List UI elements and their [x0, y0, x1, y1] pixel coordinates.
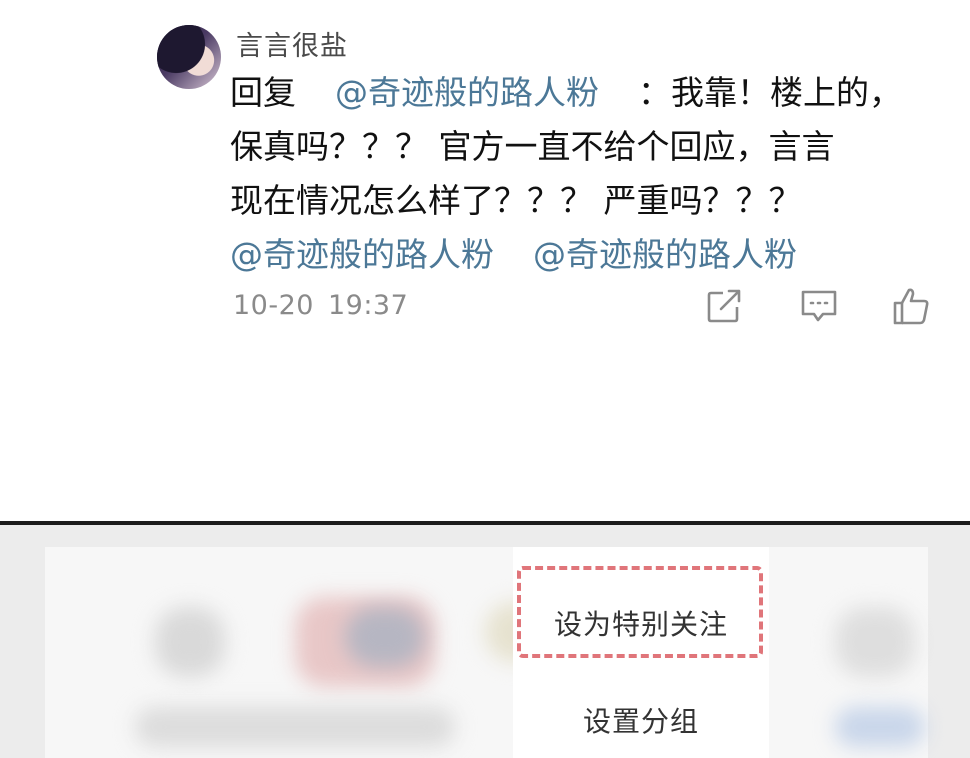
comment-line-1-text: ：我靠！楼上的， [638, 73, 902, 112]
highlight-box [517, 566, 763, 658]
comment-line-1: 回复 @奇迹般的路人粉 ：我靠！楼上的， [230, 66, 902, 120]
comment-icon[interactable] [798, 285, 840, 327]
reply-prefix: 回复 [230, 73, 296, 112]
blurred-sheet [45, 547, 928, 758]
share-icon[interactable] [703, 285, 745, 327]
comment-line-2: 保真吗？？？ 官方一直不给个回应，言言 [230, 127, 835, 166]
like-icon[interactable] [890, 285, 932, 327]
user-avatar[interactable] [157, 25, 221, 89]
comment-time: 19:37 [327, 290, 409, 321]
comment-mentions: @奇迹般的路人粉 @奇迹般的路人粉 [230, 228, 890, 282]
comment-date: 10-20 [233, 290, 314, 321]
mention-link[interactable]: @奇迹般的路人粉 [230, 235, 494, 274]
comment-timestamp: 10-20 19:37 [233, 290, 408, 321]
bottom-panel: 设为特别关注 设置分组 [0, 525, 970, 758]
menu-item-set-group[interactable]: 设置分组 [513, 700, 769, 740]
reply-target-mention[interactable]: @奇迹般的路人粉 [335, 73, 599, 112]
comment-line-3: 现在情况怎么样了？？？ 严重吗？？？ [230, 181, 802, 220]
comment-username[interactable]: 言言很盐 [236, 24, 348, 63]
comment-body: 回复 @奇迹般的路人粉 ：我靠！楼上的， 保真吗？？？ 官方一直不给个回应，言言… [230, 66, 902, 282]
mention-link[interactable]: @奇迹般的路人粉 [533, 235, 797, 274]
